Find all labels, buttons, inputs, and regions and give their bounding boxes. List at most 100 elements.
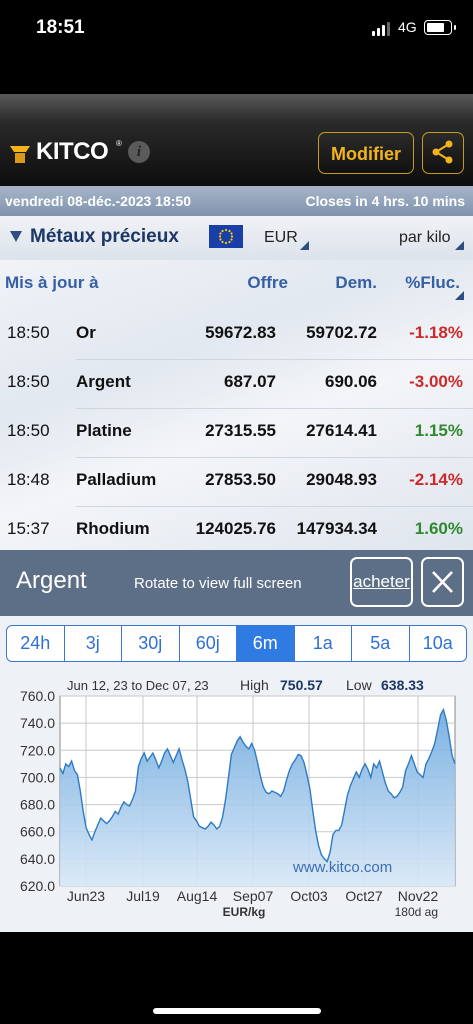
table-row[interactable]: 18:50 Or 59672.83 59702.72 -1.18%	[0, 311, 473, 359]
table-row[interactable]: 18:50 Argent 687.07 690.06 -3.00%	[0, 360, 473, 408]
unit-dropdown-icon[interactable]	[455, 241, 464, 250]
row-ask: 27614.41	[306, 421, 377, 440]
row-change: 1.60%	[414, 519, 463, 538]
row-time: 18:50	[7, 421, 50, 440]
chart-panel-header: Argent Rotate to view full screen achete…	[0, 550, 473, 616]
y-tick-label: 620.0	[20, 878, 55, 894]
low-value: 638.33	[381, 677, 424, 693]
date-bar: vendredi 08-déc.-2023 18:50 Closes in 4 …	[0, 186, 473, 216]
row-time: 15:37	[7, 519, 50, 538]
category-dropdown-icon[interactable]	[10, 231, 22, 242]
info-icon[interactable]: i	[128, 141, 150, 163]
home-indicator[interactable]	[153, 1008, 321, 1014]
rotate-hint: Rotate to view full screen	[134, 575, 302, 592]
x-tick-label: Oct03	[290, 888, 328, 904]
col-header-ask[interactable]: Dem.	[335, 273, 377, 293]
row-metal-name: Argent	[76, 372, 131, 391]
tab-1a[interactable]: 1a	[295, 626, 352, 661]
status-time: 18:51	[36, 17, 85, 38]
status-bar: 18:51 4G	[0, 0, 473, 60]
row-bid: 59672.83	[205, 323, 276, 342]
row-bid: 124025.76	[195, 519, 276, 538]
logo-registered: ®	[116, 139, 122, 148]
chart-metal-title: Argent	[16, 567, 87, 594]
chart-date-range: Jun 12, 23 to Dec 07, 23	[67, 678, 209, 693]
row-bid: 687.07	[224, 372, 276, 391]
market-closes: Closes in 4 hrs. 10 mins	[305, 193, 465, 209]
col-header-change[interactable]: %Fluc.	[405, 273, 460, 293]
x-tick-label: Aug14	[177, 888, 218, 904]
row-ask: 147934.34	[296, 519, 377, 538]
currency-select[interactable]: EUR	[264, 229, 298, 247]
x-tick-label: Nov22	[398, 888, 439, 904]
y-tick-label: 720.0	[20, 742, 55, 758]
filter-row: Métaux précieux EUR par kilo	[0, 216, 473, 260]
y-tick-label: 740.0	[20, 715, 55, 731]
col-header-bid[interactable]: Offre	[247, 273, 288, 293]
unit-select[interactable]: par kilo	[399, 229, 451, 247]
row-bid: 27853.50	[205, 470, 276, 489]
col-header-updated[interactable]: Mis à jour à	[5, 273, 99, 293]
row-change: -2.14%	[409, 470, 463, 489]
y-tick-label: 700.0	[20, 769, 55, 785]
top-spacer	[0, 60, 473, 94]
current-datetime: vendredi 08-déc.-2023 18:50	[5, 193, 191, 209]
currency-dropdown-icon[interactable]	[300, 241, 309, 250]
row-metal-name: Rhodium	[76, 519, 150, 538]
table-row[interactable]: 18:50 Platine 27315.55 27614.41 1.15%	[0, 409, 473, 457]
sort-indicator-icon	[455, 291, 464, 300]
row-ask: 690.06	[325, 372, 377, 391]
chart-area: 24h 3j 30j 60j 6m 1a 5a 10a 760.0 740.0 720.0 700.…	[0, 616, 473, 932]
tab-3j[interactable]: 3j	[65, 626, 122, 661]
days-label: 180d ag	[395, 905, 438, 919]
x-tick-label: Jul19	[126, 888, 160, 904]
row-time: 18:50	[7, 323, 50, 342]
eu-flag-icon	[209, 225, 243, 248]
cellular-signal-icon	[372, 22, 392, 36]
modify-button[interactable]: Modifier	[318, 132, 414, 174]
x-tick-label: Sep07	[233, 888, 274, 904]
y-tick-label: 760.0	[20, 688, 55, 704]
high-label: High	[240, 677, 269, 693]
tab-6m[interactable]: 6m	[237, 626, 295, 661]
row-change: -3.00%	[409, 372, 463, 391]
close-button[interactable]	[421, 557, 464, 607]
price-chart: 760.0 740.0 720.0 700.0 680.0 660.0 640.0 620.0…	[20, 677, 456, 919]
row-bid: 27315.55	[205, 421, 276, 440]
y-tick-label: 660.0	[20, 824, 55, 840]
price-table-panel: Métaux précieux EUR par kilo Mis à jour …	[0, 216, 473, 550]
row-ask: 59702.72	[306, 323, 377, 342]
tab-24h[interactable]: 24h	[7, 626, 65, 661]
low-label: Low	[346, 677, 373, 693]
x-tick-label: Jun23	[67, 888, 105, 904]
row-metal-name: Platine	[76, 421, 132, 440]
row-time: 18:48	[7, 470, 50, 489]
x-axis-label: EUR/kg	[223, 905, 266, 919]
row-time: 18:50	[7, 372, 50, 391]
tab-5a[interactable]: 5a	[352, 626, 410, 661]
table-row[interactable]: 18:48 Palladium 27853.50 29048.93 -2.14%	[0, 458, 473, 506]
share-button[interactable]	[422, 132, 464, 174]
y-tick-label: 680.0	[20, 797, 55, 813]
tab-10a[interactable]: 10a	[410, 626, 467, 661]
logo-text: KITCO	[36, 138, 109, 165]
battery-icon	[424, 20, 456, 35]
row-change: 1.15%	[414, 421, 463, 440]
row-change: -1.18%	[409, 323, 463, 342]
range-tabs: 24h 3j 30j 60j 6m 1a 5a 10a	[6, 625, 467, 662]
x-tick-label: Oct27	[345, 888, 383, 904]
buy-button[interactable]: acheter	[350, 557, 413, 607]
kitco-logo-icon	[10, 146, 30, 163]
row-ask: 29048.93	[306, 470, 377, 489]
high-value: 750.57	[280, 677, 323, 693]
network-type: 4G	[398, 19, 417, 35]
y-tick-label: 640.0	[20, 851, 55, 867]
close-icon	[432, 571, 453, 593]
share-icon	[432, 140, 453, 164]
chart-watermark: www.kitco.com	[292, 859, 392, 876]
tab-30j[interactable]: 30j	[122, 626, 180, 661]
table-row[interactable]: 15:37 Rhodium 124025.76 147934.34 1.60%	[0, 507, 473, 555]
app-header: KITCO ® i Modifier	[0, 94, 473, 186]
tab-60j[interactable]: 60j	[180, 626, 237, 661]
category-select[interactable]: Métaux précieux	[30, 226, 179, 248]
